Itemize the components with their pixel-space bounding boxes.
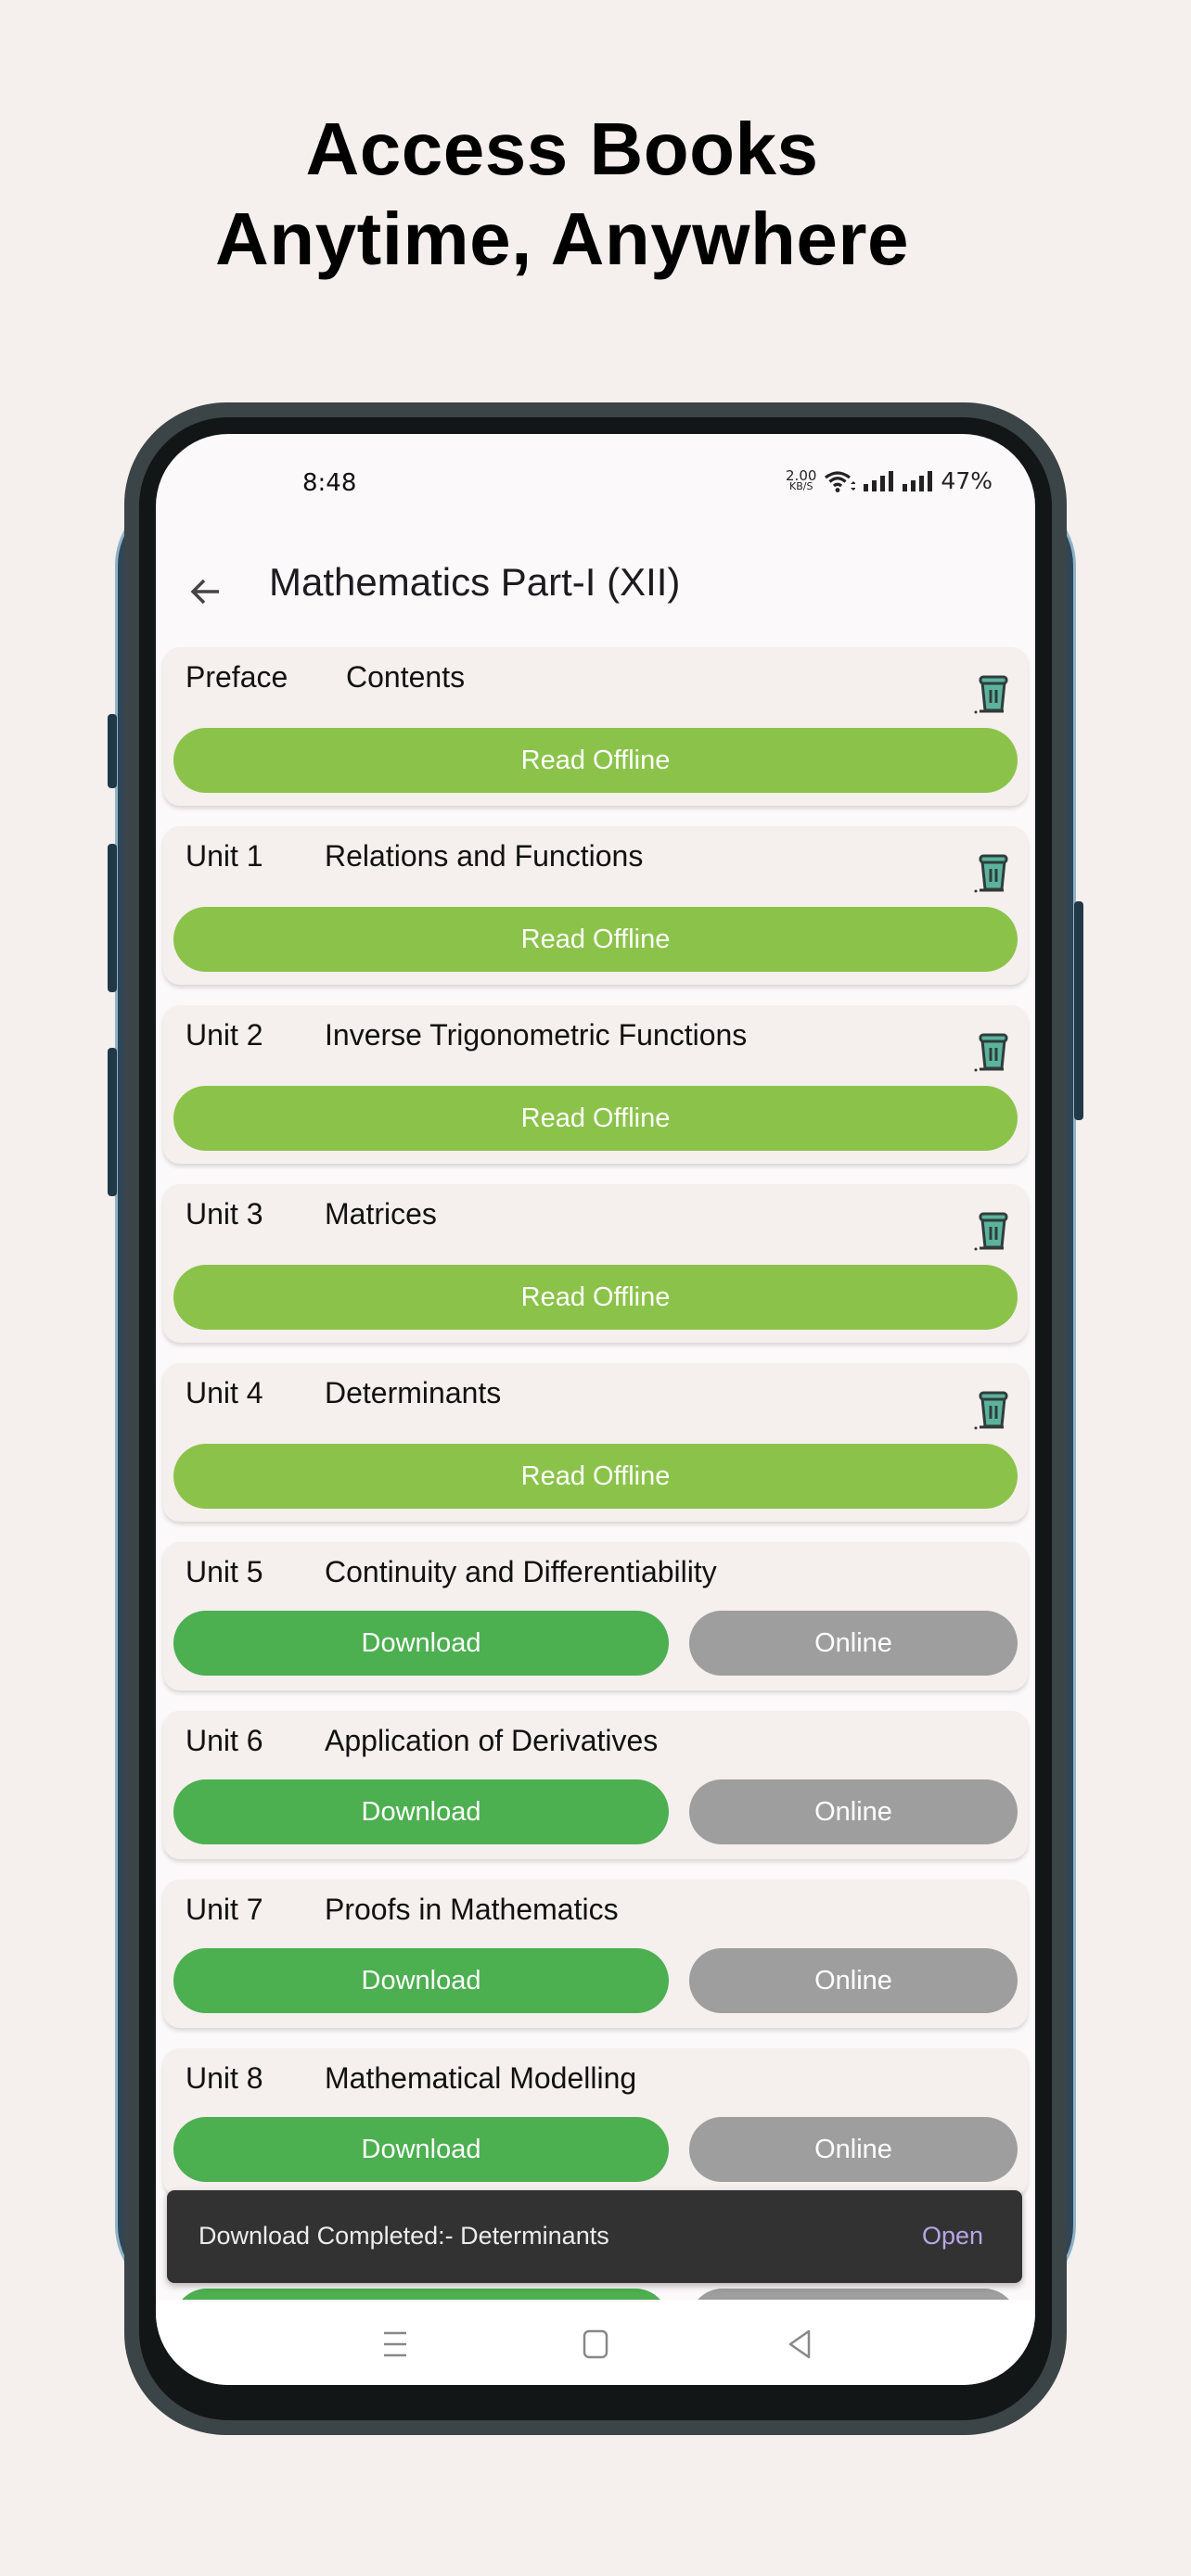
chapter-number: Unit 2 — [186, 1018, 263, 1052]
read-offline-button[interactable]: Read Offline — [173, 728, 1018, 793]
chapter-title: Mathematical Modelling — [325, 2061, 637, 2095]
chapter-title: Relations and Functions — [325, 839, 644, 873]
chapter-title: Proofs in Mathematics — [325, 1893, 619, 1926]
signal-icon — [903, 470, 933, 491]
net-speed-value: 2.00 — [786, 466, 817, 484]
chapter-card: Unit 1 Relations and Functions Read Offl… — [163, 826, 1028, 985]
status-time: 8:48 — [302, 469, 357, 497]
trash-icon[interactable] — [974, 1029, 1011, 1074]
online-button[interactable]: Online — [689, 1948, 1018, 2013]
phone-side-button — [108, 714, 117, 788]
phone-side-button — [108, 1048, 117, 1196]
download-button[interactable]: Download — [173, 1779, 669, 1844]
chapter-card: Unit 3 Matrices Read Offline — [163, 1184, 1028, 1343]
phone-screen: 8:48 2.00 KB/S 47% Mathematics Part-I (X… — [156, 434, 1035, 2385]
chapter-title: Continuity and Differentiability — [325, 1555, 717, 1588]
trash-icon[interactable] — [974, 1387, 1011, 1432]
trash-icon[interactable] — [974, 850, 1011, 895]
chapter-number: Unit 7 — [186, 1893, 263, 1926]
chapter-list: Preface Contents Read Offline Unit 1 Rel… — [163, 647, 1028, 2217]
chapter-title: Matrices — [325, 1197, 437, 1231]
status-bar: 8:48 2.00 KB/S 47% — [156, 434, 1035, 536]
chapter-card: Unit 2 Inverse Trigonometric Functions R… — [163, 1005, 1028, 1164]
net-speed: 2.00 KB/S — [786, 466, 817, 492]
online-button[interactable]: Online — [689, 1611, 1018, 1676]
chapter-title: Contents — [346, 660, 466, 694]
chapter-number: Unit 6 — [186, 1724, 263, 1757]
online-button[interactable]: Online — [689, 1779, 1018, 1844]
wifi-icon — [825, 470, 856, 492]
promo-headline: Access Books Anytime, Anywhere — [0, 104, 1124, 284]
read-offline-button[interactable]: Read Offline — [173, 1444, 1018, 1509]
trash-icon[interactable] — [974, 1208, 1011, 1253]
chapter-number: Unit 3 — [186, 1197, 263, 1231]
chapter-card: Preface Contents Read Offline — [163, 647, 1028, 806]
chapter-card: Unit 8 Mathematical Modelling Download O… — [163, 2048, 1028, 2197]
chapter-card: Unit 5 Continuity and Differentiability … — [163, 1542, 1028, 1690]
chapter-number: Unit 8 — [186, 2061, 263, 2095]
chapter-card: Unit 4 Determinants Read Offline — [163, 1363, 1028, 1522]
read-offline-button[interactable]: Read Offline — [173, 1265, 1018, 1330]
chapter-title: Application of Derivatives — [325, 1724, 659, 1757]
snackbar: Download Completed:- Determinants Open — [167, 2190, 1022, 2283]
net-speed-unit: KB/S — [788, 479, 813, 492]
phone-power-button — [1074, 901, 1083, 1120]
signal-icon — [864, 470, 894, 491]
recents-icon[interactable] — [377, 2326, 414, 2363]
phone-side-button — [108, 844, 117, 992]
promo-headline-line1: Access Books — [305, 108, 819, 190]
promo-headline-line2: Anytime, Anywhere — [215, 198, 909, 280]
chapter-number: Preface — [186, 660, 288, 694]
battery-percent: 47% — [941, 467, 992, 494]
chapter-number: Unit 4 — [186, 1376, 263, 1409]
app-bar: Mathematics Part-I (XII) — [156, 536, 1035, 647]
download-button[interactable]: Download — [173, 2117, 669, 2182]
system-nav-bar — [156, 2300, 1035, 2385]
arrow-left-icon[interactable] — [187, 573, 224, 610]
home-icon[interactable] — [577, 2326, 614, 2363]
page-title: Mathematics Part-I (XII) — [269, 560, 681, 604]
download-button[interactable]: Download — [173, 1611, 669, 1676]
trash-icon[interactable] — [974, 671, 1011, 716]
snackbar-message: Download Completed:- Determinants — [198, 2222, 609, 2250]
status-icons: 2.00 KB/S 47% — [786, 467, 992, 494]
back-triangle-icon[interactable] — [781, 2326, 818, 2363]
chapter-card: Unit 6 Application of Derivatives Downlo… — [163, 1711, 1028, 1859]
online-button[interactable]: Online — [689, 2117, 1018, 2182]
read-offline-button[interactable]: Read Offline — [173, 1086, 1018, 1151]
chapter-card: Unit 7 Proofs in Mathematics Download On… — [163, 1880, 1028, 2028]
chapter-number: Unit 1 — [186, 839, 263, 873]
download-button[interactable]: Download — [173, 1948, 669, 2013]
snackbar-open-button[interactable]: Open — [922, 2222, 983, 2251]
chapter-title: Determinants — [325, 1376, 502, 1409]
read-offline-button[interactable]: Read Offline — [173, 907, 1018, 972]
chapter-number: Unit 5 — [186, 1555, 263, 1588]
chapter-title: Inverse Trigonometric Functions — [325, 1018, 748, 1052]
